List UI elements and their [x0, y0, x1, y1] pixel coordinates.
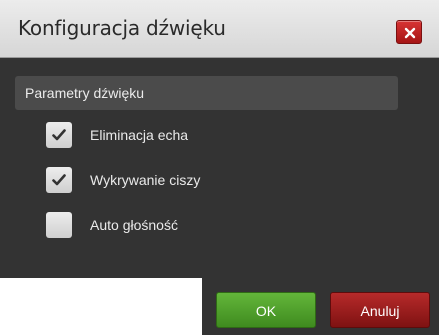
auto-volume-label: Auto głośność	[90, 217, 178, 233]
button-bar: OK Anuluj	[202, 278, 439, 335]
section-header: Parametry dźwięku	[15, 76, 398, 110]
silence-detection-label: Wykrywanie ciszy	[90, 172, 201, 188]
settings-panel: Parametry dźwięku Eliminacja echa Wykryw…	[0, 58, 439, 278]
dialog-title: Konfiguracja dźwięku	[18, 16, 226, 40]
checkmark-icon	[52, 174, 66, 186]
title-bar: Konfiguracja dźwięku	[0, 0, 439, 58]
cancel-button[interactable]: Anuluj	[330, 292, 430, 328]
sound-settings-dialog: Konfiguracja dźwięku Parametry dźwięku E…	[0, 0, 439, 335]
close-button[interactable]	[396, 20, 422, 44]
silence-detection-checkbox[interactable]	[46, 167, 72, 193]
section-header-label: Parametry dźwięku	[25, 85, 145, 101]
ok-button[interactable]: OK	[216, 292, 316, 328]
checkmark-icon	[52, 129, 66, 141]
close-icon	[404, 27, 416, 39]
auto-volume-checkbox[interactable]	[46, 212, 72, 238]
echo-cancellation-label: Eliminacja echa	[90, 127, 189, 143]
echo-cancellation-checkbox[interactable]	[46, 122, 72, 148]
